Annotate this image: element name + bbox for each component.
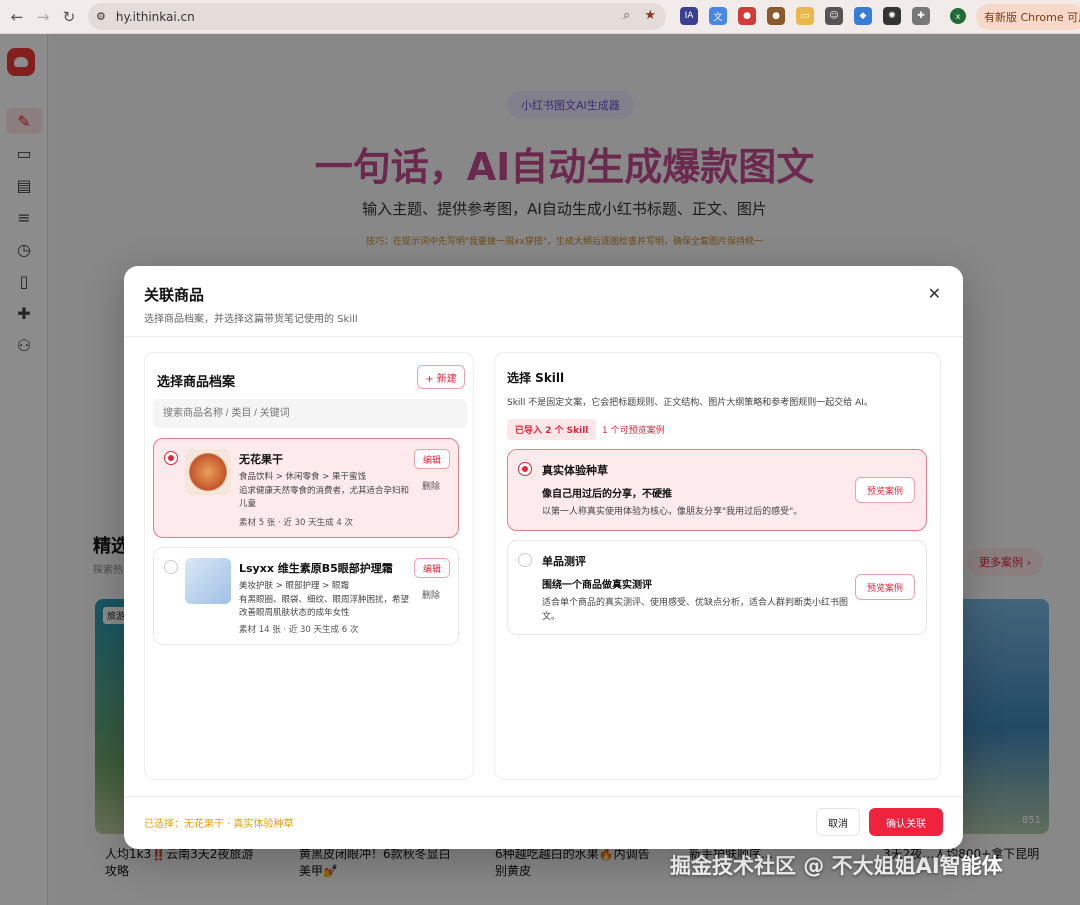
skill-card-single-review[interactable]: 单品测评 围绕一个商品做真实测评 适合单个商品的真实测评、使用感受、优缺点分析，…	[507, 540, 927, 635]
skill-desc: 以第一人称真实使用体验为核心，像朋友分享"我用过后的感受"。	[542, 507, 803, 517]
product-category: 食品饮料 > 休闲零食 > 果干蜜饯	[239, 472, 367, 482]
folder-extension-icon[interactable]: ▭	[796, 7, 814, 25]
close-icon[interactable]: ✕	[928, 284, 941, 303]
divider	[124, 796, 963, 797]
product-radio[interactable]	[164, 560, 178, 574]
ia-extension-icon[interactable]: IA	[680, 7, 698, 25]
product-search-input[interactable]	[153, 399, 467, 428]
product-card-eye-cream[interactable]: Lsyxx 维生素原B5眼部护理霜 美妆护肤 > 眼部护理 > 眼霜 有黑眼圈、…	[153, 547, 459, 645]
product-panel: 选择商品档案 + 新建 无花果干 食品饮料 > 休闲零食 > 果干蜜饯 追求健康…	[144, 352, 474, 780]
preview-case-button[interactable]: 预览案例	[855, 477, 915, 503]
product-category: 美妆护肤 > 眼部护理 > 眼霜	[239, 581, 350, 591]
skill-panel: 选择 Skill Skill 不是固定文案，它会把标题规则、正文结构、图片大纲策…	[494, 352, 941, 780]
address-bar[interactable]: ⚙ hy.ithinkai.cn ⌕ ★	[88, 3, 666, 30]
skill-card-real-experience[interactable]: 真实体验种草 像自己用过后的分享，不硬推 以第一人称真实使用体验为核心，像朋友分…	[507, 449, 927, 531]
dialog-subtitle: 选择商品档案，并选择这篇带货笔记使用的 Skill	[144, 314, 358, 325]
cookie-extension-icon[interactable]: ●	[767, 7, 785, 25]
edit-product-button[interactable]: 编辑	[414, 449, 450, 469]
product-meta: 素材 5 张 · 近 30 天生成 4 次	[239, 518, 353, 528]
imported-skill-badge: 已导入 2 个 Skill	[507, 419, 597, 440]
robot-extension-icon[interactable]: ☺	[825, 7, 843, 25]
product-desc: 追求健康天然零食的消费者，尤其适合孕妇和儿童	[239, 486, 410, 509]
bookmark-star-icon[interactable]: ★	[644, 8, 656, 23]
skill-panel-title: 选择 Skill	[507, 371, 565, 385]
translate-extension-icon[interactable]: 文	[709, 7, 727, 25]
preview-case-button[interactable]: 预览案例	[855, 574, 915, 600]
forward-icon[interactable]: →	[30, 4, 56, 30]
delete-product-button[interactable]: 删除	[422, 588, 440, 601]
preview-count: 1 个可预览案例	[602, 426, 665, 436]
reload-icon[interactable]: ↻	[56, 4, 82, 30]
new-product-button[interactable]: + 新建	[417, 365, 465, 389]
product-desc: 有黑眼圈、眼袋、细纹、眼周浮肿困扰，希望改善眼周肌肤状态的成年女性	[239, 595, 410, 618]
skill-desc: 适合单个商品的真实测评、使用感受、优缺点分析，适合人群判断类小红书图文。	[542, 598, 849, 622]
shield-extension-icon[interactable]: ◆	[854, 7, 872, 25]
product-name: Lsyxx 维生素原B5眼部护理霜	[239, 562, 393, 575]
openai-extension-icon[interactable]: ✺	[883, 7, 901, 25]
url-text: hy.ithinkai.cn	[115, 9, 195, 24]
christmas-extension-icon[interactable]: ●	[738, 7, 756, 25]
edit-product-button[interactable]: 编辑	[414, 558, 450, 578]
skill-name: 单品测评	[542, 555, 586, 568]
product-radio-selected[interactable]	[164, 451, 178, 465]
product-panel-title: 选择商品档案	[157, 375, 236, 390]
confirm-link-button[interactable]: 确认关联	[869, 808, 943, 836]
profile-avatar[interactable]: x	[950, 8, 966, 24]
product-thumbnail	[185, 558, 231, 604]
browser-toolbar: ← → ↻ ⚙ hy.ithinkai.cn ⌕ ★ IA 文 ● ● ▭ ☺ …	[0, 0, 1080, 34]
zoom-icon[interactable]: ⌕	[623, 8, 630, 23]
selection-summary: 已选择：无花果干 · 真实体验种草	[144, 819, 294, 830]
site-settings-icon[interactable]: ⚙	[96, 10, 106, 23]
puzzle-extension-icon[interactable]: ✚	[912, 7, 930, 25]
skill-panel-desc: Skill 不是固定文案，它会把标题规则、正文结构、图片大纲策略和参考图规则一起…	[507, 398, 873, 408]
product-meta: 素材 14 张 · 近 30 天生成 6 次	[239, 625, 359, 635]
link-product-dialog: 关联商品 选择商品档案，并选择这篇带货笔记使用的 Skill ✕ 选择商品档案 …	[124, 266, 963, 849]
skill-radio[interactable]	[518, 553, 532, 567]
divider	[124, 336, 963, 337]
cancel-button[interactable]: 取消	[816, 808, 860, 836]
skill-name: 真实体验种草	[542, 464, 608, 477]
watermark: 掘金技术社区 @ 不大姐姐AI智能体	[670, 854, 1003, 878]
product-thumbnail	[185, 449, 231, 495]
skill-headline: 围绕一个商品做真实测评	[542, 580, 652, 591]
back-icon[interactable]: ←	[4, 4, 30, 30]
product-card-fig[interactable]: 无花果干 食品饮料 > 休闲零食 > 果干蜜饯 追求健康天然零食的消费者，尤其适…	[153, 438, 459, 538]
chrome-update-button[interactable]: 有新版 Chrome 可用	[976, 4, 1080, 30]
extensions-bar: IA 文 ● ● ▭ ☺ ◆ ✺ ✚	[680, 7, 930, 25]
delete-product-button[interactable]: 删除	[422, 479, 440, 492]
skill-radio-selected[interactable]	[518, 462, 532, 476]
product-name: 无花果干	[239, 453, 283, 466]
dialog-title: 关联商品	[144, 286, 205, 304]
skill-headline: 像自己用过后的分享，不硬推	[542, 489, 672, 500]
